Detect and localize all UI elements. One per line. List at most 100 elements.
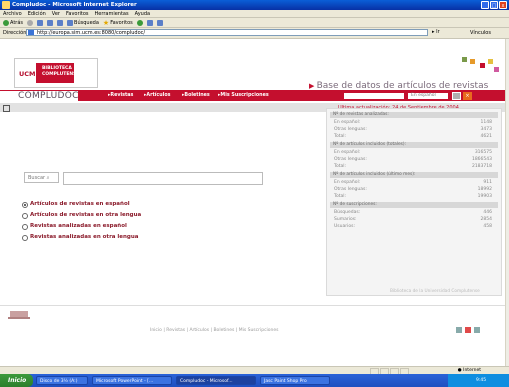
search-button[interactable]: Búsqueda — [67, 18, 99, 27]
stop-button[interactable] — [37, 18, 44, 27]
home-icon — [57, 19, 64, 26]
stats-row: Total: 19903 — [334, 194, 494, 199]
stats-value: 446 — [483, 210, 492, 215]
radio-revistas-otra[interactable] — [22, 235, 28, 241]
system-tray: 9:45 — [448, 374, 509, 387]
stats-row: Otras lenguas: 18992 — [334, 187, 494, 192]
toolbar: Atrás Búsqueda ★ Favoritos — [0, 18, 509, 28]
search-icon — [67, 19, 74, 26]
language-select[interactable]: En español — [408, 93, 448, 99]
footer-nav[interactable]: Inicio | Revistas | Artículos | Boletine… — [150, 328, 279, 333]
print-button[interactable] — [156, 18, 163, 27]
start-button[interactable]: Inicio — [0, 374, 33, 387]
mail-icon[interactable] — [465, 327, 471, 333]
stats-heading: Nº de artículos incluidos (totales): — [330, 142, 498, 148]
internet-zone: ● Internet — [457, 368, 481, 373]
print-icon[interactable] — [456, 327, 462, 333]
stop-icon — [37, 19, 44, 26]
back-label: Atrás — [10, 19, 24, 26]
links-button[interactable]: Vínculos — [470, 28, 491, 38]
stats-value: 3473 — [480, 127, 492, 132]
ucm-logo-text: UCM — [19, 70, 36, 78]
stats-label: Otras lenguas: — [334, 157, 367, 162]
stats-value: 19903 — [477, 194, 492, 199]
stats-label: Otras lenguas: — [334, 187, 367, 192]
stats-row: Otras lenguas: 1866543 — [334, 157, 494, 162]
stats-value: 316575 — [474, 150, 492, 155]
forward-arrow-icon — [27, 19, 34, 26]
stats-heading: Nº de revistas analizadas: — [330, 112, 498, 118]
decor-square — [488, 59, 493, 64]
nav-suscripciones[interactable]: ▸Mis Suscripciones — [218, 90, 269, 101]
header-search-input[interactable] — [344, 93, 404, 99]
stats-label: Búsquedas: — [334, 210, 361, 215]
close-button[interactable]: x — [499, 1, 507, 9]
decor-square — [494, 67, 499, 72]
back-button[interactable]: Atrás — [3, 18, 23, 27]
go-button[interactable]: ▸ Ir — [432, 29, 466, 36]
vertical-scrollbar[interactable] — [505, 39, 509, 366]
search-submit-button[interactable]: Buscar ⌕ — [24, 172, 59, 183]
radio-label: Artículos de revistas en español — [30, 201, 130, 207]
print-icon — [156, 19, 163, 26]
decor-square — [470, 59, 475, 64]
stats-row: En español: 911 — [334, 180, 494, 185]
stats-label: Total: — [334, 134, 347, 139]
radio-articulos-otra[interactable] — [22, 213, 28, 219]
maximize-button[interactable]: □ — [490, 1, 498, 9]
history-button[interactable] — [136, 18, 143, 27]
clock: 9:45 — [476, 378, 487, 383]
home-button[interactable] — [57, 18, 64, 27]
stats-row: Total: 4621 — [334, 134, 494, 139]
stats-value: 1866543 — [471, 157, 492, 162]
help-icon[interactable] — [474, 327, 480, 333]
university-link[interactable]: Biblioteca de la Universidad Complutense — [390, 289, 480, 294]
header-close-button[interactable]: × — [463, 92, 472, 100]
task-disk[interactable]: Disco de 3½ (A:) — [36, 376, 88, 385]
mail-button[interactable] — [146, 18, 153, 27]
address-input[interactable]: http://europa.sim.ucm.es:8080/compludoc/ — [26, 29, 428, 36]
divider — [0, 305, 505, 306]
stats-label: En español: — [334, 120, 361, 125]
window-title-bar: Compludoc - Microsoft Internet Explorer — [0, 0, 509, 10]
stats-label: En español: — [334, 150, 361, 155]
stats-row: En español: 316575 — [334, 150, 494, 155]
minimize-button[interactable]: _ — [481, 1, 489, 9]
stats-row: Usuarios: 458 — [334, 224, 494, 229]
radio-revistas-espanol[interactable] — [22, 224, 28, 230]
refresh-button[interactable] — [47, 18, 54, 27]
forward-button[interactable] — [27, 18, 34, 27]
stats-label: Total: — [334, 194, 347, 199]
stats-value: 911 — [483, 180, 492, 185]
header-go-button[interactable] — [452, 92, 461, 100]
footer-icons — [456, 327, 480, 333]
search-query-input[interactable] — [63, 172, 263, 185]
menu-edicion[interactable]: Edición — [28, 10, 46, 17]
stats-value: 1148 — [480, 120, 492, 125]
stats-value: 2183718 — [471, 164, 492, 169]
task-compludoc[interactable]: Compludoc - Microsof... — [176, 376, 256, 385]
nav-articulos[interactable]: ▸Artículos — [144, 90, 171, 101]
menu-ver[interactable]: Ver — [52, 10, 60, 17]
stats-heading: Nº de suscripciones: — [330, 202, 498, 208]
stats-row: Sumarios: 2854 — [334, 217, 494, 222]
web-page: UCM BIBLIOTECA COMPLUTENSE ▶ Base de dat… — [0, 39, 505, 366]
calendar-icon — [3, 105, 10, 112]
task-powerpoint[interactable]: Microsoft PowerPoint - [... — [92, 376, 172, 385]
nav-articulos-label: Artículos — [146, 93, 171, 98]
menu-ayuda[interactable]: Ayuda — [135, 10, 150, 17]
stats-label: Sumarios: — [334, 217, 357, 222]
stats-label: En español: — [334, 180, 361, 185]
radio-articulos-espanol[interactable] — [22, 202, 28, 208]
menu-archivo[interactable]: Archivo — [3, 10, 22, 17]
menu-favoritos[interactable]: Favoritos — [66, 10, 89, 17]
nav-revistas[interactable]: ▸Revistas — [108, 90, 133, 101]
nav-suscripciones-label: Mis Suscripciones — [220, 93, 269, 98]
mail-icon — [146, 19, 153, 26]
task-paintshop[interactable]: Jasc Paint Shop Pro — [260, 376, 330, 385]
stats-value: 4621 — [480, 134, 492, 139]
menu-herramientas[interactable]: Herramientas — [95, 10, 129, 17]
ucm-footer-logo — [8, 311, 30, 319]
favorites-button[interactable]: ★ Favoritos — [103, 18, 133, 27]
nav-boletines[interactable]: ▸Boletines — [182, 90, 210, 101]
